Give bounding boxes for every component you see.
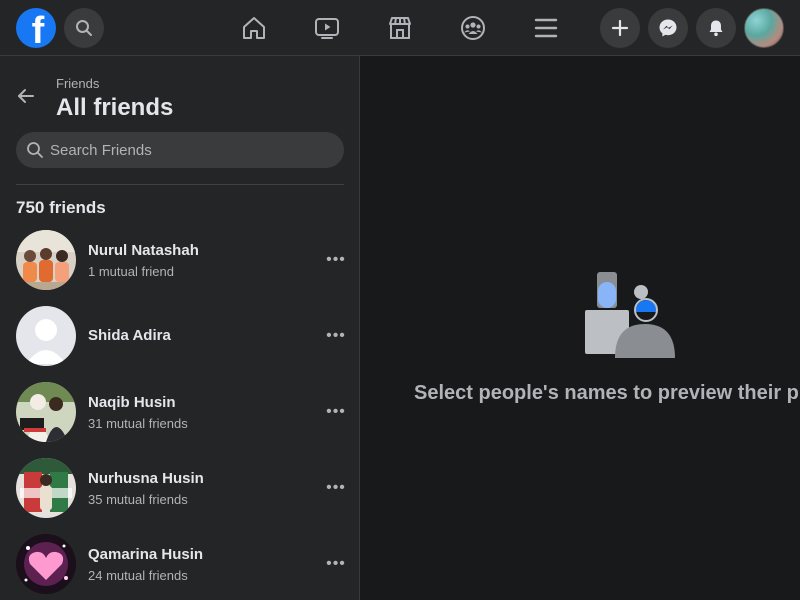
more-icon: ••• <box>326 403 346 420</box>
friend-name[interactable]: Naqib Husin <box>88 394 176 411</box>
more-options-button[interactable]: ••• <box>324 552 348 576</box>
search-icon <box>76 20 92 36</box>
friend-avatar <box>16 534 76 594</box>
account-avatar[interactable] <box>744 8 784 48</box>
facebook-logo[interactable]: f <box>16 8 56 48</box>
friend-name[interactable]: Nurul Natashah <box>88 242 199 259</box>
friends-sidebar: Friends All friends 750 friends Nurul Na… <box>0 56 360 600</box>
more-icon: ••• <box>326 479 346 496</box>
mutual-friends[interactable]: 35 mutual friends <box>88 492 188 507</box>
divider <box>16 184 344 185</box>
friend-item[interactable]: Nurul Natashah 1 mutual friend ••• <box>8 226 352 294</box>
more-options-button[interactable]: ••• <box>324 248 348 272</box>
create-button[interactable] <box>600 8 640 48</box>
bell-icon <box>709 20 723 37</box>
page-title: All friends <box>56 94 174 121</box>
top-navigation-bar: f <box>0 0 800 56</box>
marketplace-button[interactable] <box>384 12 416 44</box>
friend-item[interactable]: Shida Adira ••• <box>8 302 352 370</box>
home-icon <box>243 17 265 39</box>
watch-button[interactable] <box>311 12 343 44</box>
groups-icon <box>461 16 485 40</box>
friend-item[interactable]: Nurhusna Husin 35 mutual friends ••• <box>8 454 352 522</box>
menu-icon <box>534 18 558 38</box>
facebook-logo-letter: f <box>31 10 45 48</box>
search-friends-input[interactable] <box>50 141 330 159</box>
menu-button[interactable] <box>530 12 562 44</box>
search-friends-box[interactable] <box>16 132 344 168</box>
mutual-friends[interactable]: 31 mutual friends <box>88 416 188 431</box>
breadcrumb[interactable]: Friends <box>56 76 99 91</box>
search-button[interactable] <box>64 8 104 48</box>
friend-avatar <box>16 458 76 518</box>
more-icon: ••• <box>326 555 346 572</box>
plus-icon <box>611 19 629 37</box>
more-options-button[interactable]: ••• <box>324 324 348 348</box>
friend-item[interactable]: Qamarina Husin 24 mutual friends ••• <box>8 530 352 598</box>
groups-button[interactable] <box>457 12 489 44</box>
friend-avatar-default <box>16 306 76 366</box>
friend-count: 750 friends <box>16 198 106 217</box>
friends-preview-illustration-icon <box>585 272 675 358</box>
marketplace-icon <box>389 17 411 39</box>
more-icon: ••• <box>326 327 346 344</box>
mutual-friends[interactable]: 24 mutual friends <box>88 568 188 583</box>
arrow-left-icon <box>18 89 34 103</box>
friend-name[interactable]: Shida Adira <box>88 327 171 344</box>
mutual-friends[interactable]: 1 mutual friend <box>88 264 174 279</box>
more-options-button[interactable]: ••• <box>324 476 348 500</box>
more-icon: ••• <box>326 251 346 268</box>
friend-name[interactable]: Nurhusna Husin <box>88 470 204 487</box>
friend-item[interactable]: Naqib Husin 31 mutual friends ••• <box>8 378 352 446</box>
watch-icon <box>315 18 339 39</box>
home-button[interactable] <box>238 12 270 44</box>
friend-avatar <box>16 230 76 290</box>
notifications-button[interactable] <box>696 8 736 48</box>
messenger-button[interactable] <box>648 8 688 48</box>
back-button[interactable] <box>10 80 42 112</box>
friend-avatar <box>16 382 76 442</box>
preview-prompt: Select people's names to preview their p… <box>414 382 800 404</box>
more-options-button[interactable]: ••• <box>324 400 348 424</box>
friend-name[interactable]: Qamarina Husin <box>88 546 203 563</box>
messenger-icon <box>659 19 677 37</box>
preview-pane: Select people's names to preview their p… <box>361 56 800 600</box>
search-icon <box>27 142 43 158</box>
